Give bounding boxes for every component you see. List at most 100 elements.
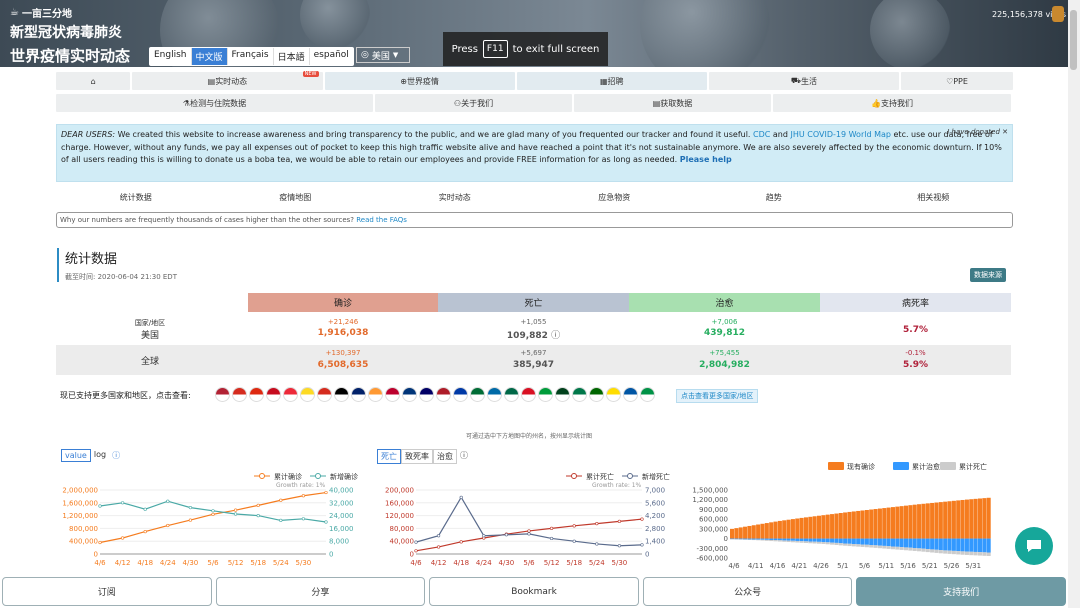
toggle-deaths[interactable]: 死亡 (377, 449, 401, 464)
nav-world[interactable]: ⊕ 世界疫情 (324, 72, 515, 90)
nav-get-data[interactable]: ▤ 获取数据 (574, 94, 771, 112)
global-deaths: 385,947 (513, 360, 554, 370)
data-point (640, 543, 644, 547)
nav-testing[interactable]: ⚗ 检测与住院数据 (56, 94, 373, 112)
toggle-recovered[interactable]: 治愈 (433, 449, 457, 464)
lang-french[interactable]: Français (228, 48, 274, 65)
us-deaths: 109,882 ⓘ (506, 331, 561, 341)
bar-deaths (886, 546, 891, 549)
toggle-fatality[interactable]: 致死率 (401, 449, 433, 464)
scrollbar-thumb[interactable] (1070, 10, 1077, 70)
scrollbar[interactable] (1068, 0, 1080, 608)
kr-flag[interactable] (402, 387, 417, 402)
bar-recovered (938, 538, 943, 551)
mascot-icon[interactable] (1052, 6, 1064, 22)
data-point (188, 505, 192, 510)
nav-about[interactable]: ⚇ 关于我们 (375, 94, 572, 112)
lang-english[interactable]: English (150, 48, 192, 65)
site-logo[interactable]: ☕ 一亩三分地 (10, 5, 72, 20)
y2-tick-label: 0 (329, 551, 333, 559)
nav-live-updates[interactable]: ▤ 实时动态 NEW (132, 71, 323, 90)
section-supplies[interactable]: 应急物资 (535, 192, 695, 203)
section-videos[interactable]: 相关视频 (854, 192, 1014, 203)
subscribe-button[interactable]: 订阅 (2, 577, 212, 606)
data-point (527, 529, 531, 533)
lang-japanese[interactable]: 日本語 (274, 48, 310, 65)
ch-flag[interactable] (317, 387, 332, 402)
global-fatality-rate: 5.9% (903, 360, 928, 370)
nav-home[interactable]: ⌂ (56, 72, 131, 90)
es-flag[interactable] (266, 387, 281, 402)
bar-deaths (812, 541, 817, 544)
jhu-link[interactable]: JHU COVID-19 World Map (791, 130, 891, 139)
wechat-button[interactable]: 公众号 (642, 577, 853, 606)
jp-flag[interactable] (385, 387, 400, 402)
de-flag[interactable] (334, 387, 349, 402)
chat-icon[interactable] (1015, 527, 1053, 565)
bar-recovered (977, 538, 982, 553)
ru-flag[interactable] (453, 387, 468, 402)
bar-deaths (925, 549, 930, 553)
y2-tick-label: 1,400 (645, 538, 665, 546)
my-flag[interactable] (419, 387, 434, 402)
nav-ppe[interactable]: ♡ PPE (901, 72, 1013, 90)
donated-link[interactable]: I have donated ✕ (947, 126, 1008, 139)
be-flag[interactable] (300, 387, 315, 402)
support-us-button[interactable]: 支持我们 (856, 577, 1066, 606)
flags-label: 现已支持更多国家和地区，点击查看: (60, 391, 191, 400)
bar-recovered (808, 538, 813, 542)
se-flag[interactable] (487, 387, 502, 402)
toggle-log[interactable]: log (91, 449, 109, 462)
section-map[interactable]: 疫情地图 (216, 192, 376, 203)
pt-flag[interactable] (589, 387, 604, 402)
x-tick-label: 5/11 (878, 562, 894, 570)
lang-chinese[interactable]: 中文版 (191, 48, 228, 65)
lang-spanish[interactable]: español (310, 48, 353, 65)
bar-active (947, 501, 952, 539)
x-tick-label: 4/12 (431, 559, 447, 567)
toggle-value[interactable]: value (61, 449, 91, 462)
region-dropdown[interactable]: ◎ 美国 ▼ (356, 47, 410, 63)
cn-flag[interactable] (249, 387, 264, 402)
faq-banner: Why our numbers are frequently thousands… (56, 212, 1013, 228)
cdc-link[interactable]: CDC (753, 130, 770, 139)
legend-label-0: 累计确诊 (274, 472, 302, 481)
share-button[interactable]: 分享 (215, 577, 426, 606)
y-tick-label: 160,000 (385, 499, 414, 507)
x-tick-label: 4/11 (748, 562, 764, 570)
bar-active (769, 522, 774, 539)
bar-recovered (799, 538, 804, 542)
pe-flag[interactable] (521, 387, 536, 402)
fr-flag[interactable] (623, 387, 638, 402)
info-icon[interactable]: ⓘ (457, 449, 471, 464)
more-countries-link[interactable]: 点击查看更多国家/地区 (676, 389, 759, 403)
sa-flag[interactable] (470, 387, 485, 402)
nav-jobs[interactable]: ▦ 招聘 (516, 72, 707, 90)
nl-flag[interactable] (436, 387, 451, 402)
nav-support[interactable]: 👍 支持我们 (773, 94, 1011, 112)
info-icon[interactable]: ⓘ (109, 449, 123, 462)
us-flag[interactable] (215, 387, 230, 402)
gb-flag[interactable] (351, 387, 366, 402)
it-flag[interactable] (640, 387, 655, 402)
section-stats[interactable]: 统计数据 (56, 192, 216, 203)
please-help-link[interactable]: Please help (680, 155, 732, 164)
data-source-button[interactable]: 数据来源 (970, 268, 1006, 282)
bar-deaths (869, 545, 874, 548)
bookmark-button[interactable]: Bookmark (429, 577, 639, 606)
br-flag[interactable] (538, 387, 553, 402)
ec-flag[interactable] (606, 387, 621, 402)
at-flag[interactable] (283, 387, 298, 402)
legend-label-0: 现有确诊 (847, 462, 875, 471)
section-live[interactable]: 实时动态 (375, 192, 535, 203)
mx-flag[interactable] (504, 387, 519, 402)
faq-link[interactable]: Read the FAQs (356, 216, 407, 224)
ca-flag[interactable] (232, 387, 247, 402)
pk-flag[interactable] (555, 387, 570, 402)
za-flag[interactable] (572, 387, 587, 402)
nav-life[interactable]: ⛟ 生活 (708, 72, 900, 90)
in-flag[interactable] (368, 387, 383, 402)
bar-active (834, 513, 839, 539)
bottom-bar: 订阅 分享 Bookmark 公众号 支持我们 (0, 575, 1068, 608)
section-trend[interactable]: 趋势 (694, 192, 854, 203)
